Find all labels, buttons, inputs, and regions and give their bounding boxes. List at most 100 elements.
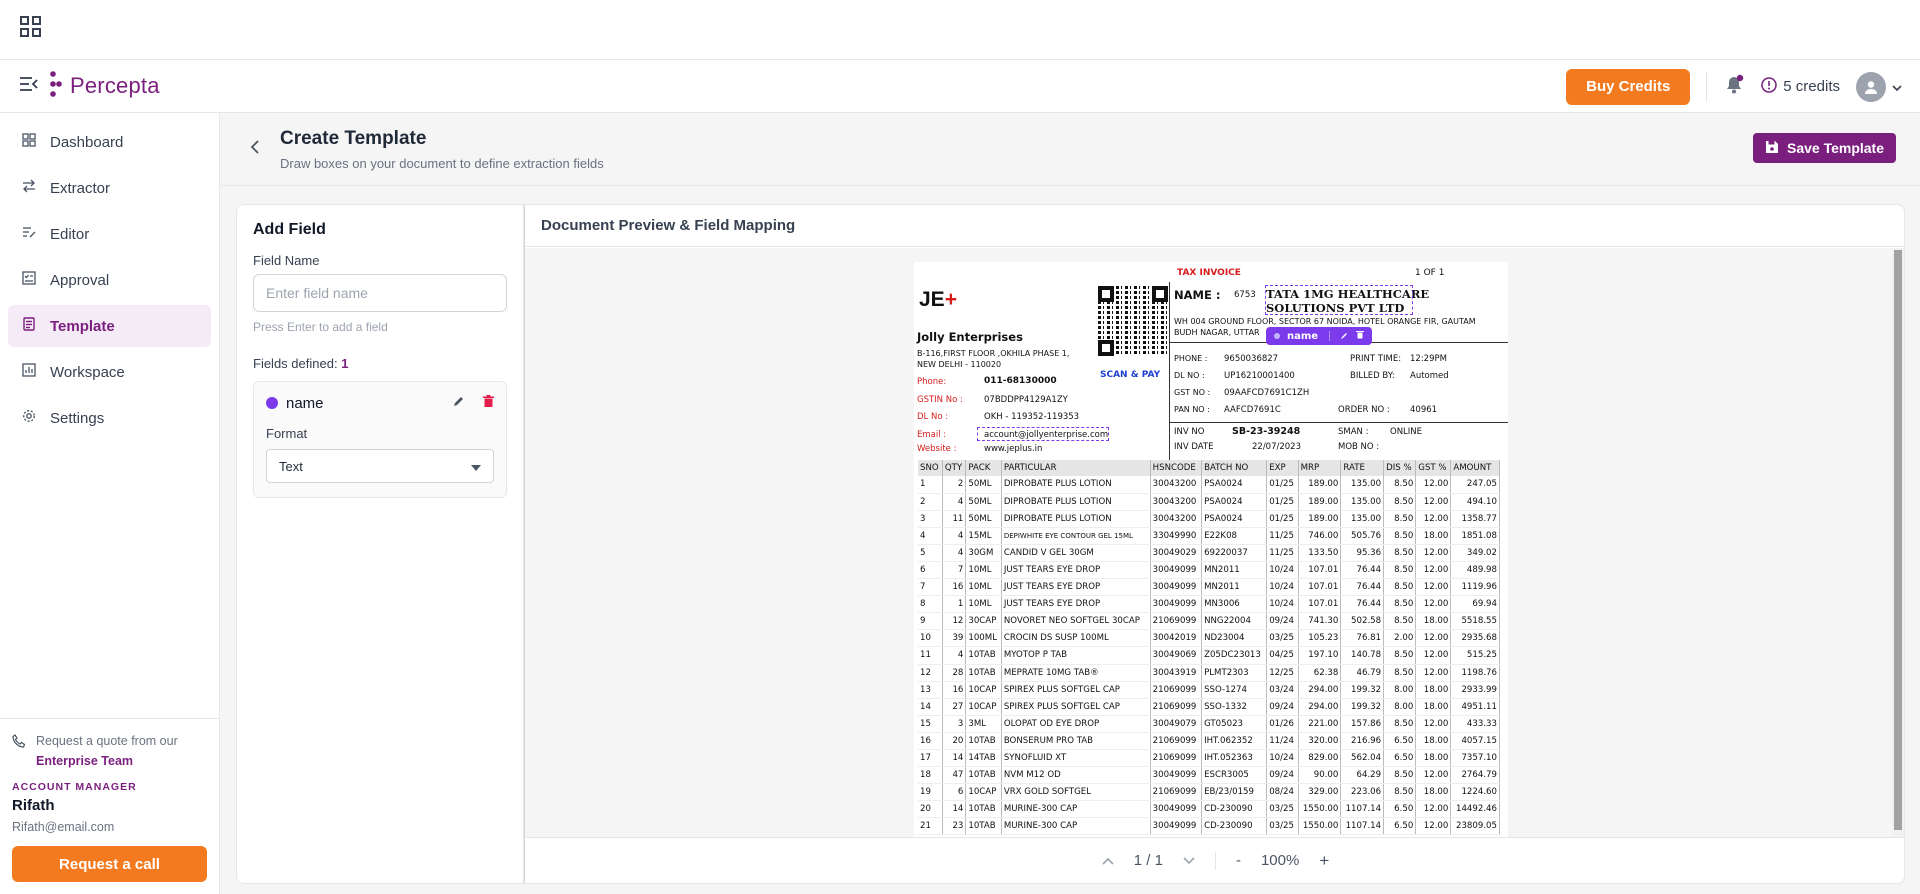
table-cell: 8.50 [1383,715,1417,733]
field-tag-divider [1329,331,1331,341]
table-cell: 12.00 [1415,561,1452,580]
customer-dl-label: DL NO : [1174,371,1205,380]
table-cell: 12.00 [1415,510,1452,528]
scrollbar-thumb[interactable] [1894,250,1902,830]
table-cell: 2.00 [1383,629,1417,648]
sidebar-item-approval[interactable]: Approval [8,259,211,301]
table-cell: 12.00 [1415,544,1452,562]
sidebar: Dashboard Extractor Editor Approval Temp… [0,113,220,894]
app-header: Percepta Buy Credits 5 credits [0,60,1920,113]
table-cell: 1 [942,595,967,614]
preview-toolbar: 1 / 1 - 100% + [525,837,1904,883]
table-header-cell: DIS % [1383,460,1417,476]
back-chevron-icon[interactable] [250,139,260,159]
table-cell: 18.00 [1415,698,1452,716]
sidebar-item-editor[interactable]: Editor [8,213,211,255]
table-cell: 21069099 [1150,698,1203,716]
viewer-scrollbar[interactable] [1892,248,1904,838]
table-cell: 7 [918,578,943,597]
table-row: 20 14 10TAB MURINE-300 CAP 30049099 CD-230090… [918,800,1500,819]
table-cell: 10TAB [965,817,1002,836]
invoice-document[interactable]: TAX INVOICE 1 OF 1 JE+ Jolly Enterprises… [914,262,1508,838]
table-cell: 03/25 [1266,800,1299,819]
sidebar-item-workspace[interactable]: Workspace [8,351,211,393]
zoom-out-button[interactable]: - [1236,852,1241,869]
table-cell: Z05DC23013 [1201,646,1268,665]
top-bar [0,0,1920,60]
sidebar-item-label: Dashboard [50,133,124,151]
enterprise-team-link[interactable]: Enterprise Team [36,754,133,768]
table-cell: 10ML [965,578,1002,597]
table-cell: 10TAB [965,800,1002,819]
zoom-in-button[interactable]: + [1319,851,1329,871]
notification-bell-icon[interactable] [1723,73,1745,100]
table-header-cell: RATE [1340,460,1385,476]
table-row: 1 2 50ML DIPROBATE PLUS LOTION 30043200 PSA00… [918,476,1500,494]
table-cell: 2764.79 [1450,766,1500,785]
table-cell: 107.01 [1298,595,1342,614]
table-cell: 12.00 [1415,766,1452,785]
table-cell: 10TAB [965,646,1002,665]
table-cell: 5518.55 [1450,612,1500,631]
table-cell: 4 [942,544,967,562]
table-cell: 494.10 [1450,493,1500,511]
credits-indicator[interactable]: 5 credits [1761,76,1840,97]
table-cell: ND23004 [1201,629,1268,648]
table-cell: 30043919 [1150,664,1203,682]
trash-icon[interactable] [1356,330,1365,342]
table-cell: E22K08 [1201,527,1268,545]
sidebar-item-dashboard[interactable]: Dashboard [8,121,211,163]
table-cell: 12.00 [1415,629,1452,648]
trash-icon[interactable] [483,394,494,412]
table-cell: 30043200 [1150,510,1203,528]
document-viewer[interactable]: TAX INVOICE 1 OF 1 JE+ Jolly Enterprises… [525,248,1904,838]
field-name-input[interactable] [253,274,507,312]
info-circle-icon [1761,76,1778,97]
table-cell: 08/24 [1266,783,1299,802]
field-tag[interactable]: name [1266,327,1373,345]
chevron-up-icon[interactable] [1102,852,1114,869]
table-cell: 135.00 [1340,493,1385,511]
qr-corner [1098,340,1114,356]
pencil-edit-icon[interactable] [1341,331,1349,342]
table-cell: 01/25 [1266,476,1299,494]
email-selection-box[interactable] [977,427,1109,441]
sidebar-item-extractor[interactable]: Extractor [8,167,211,209]
invoice-items-table: SNO QTY PACK PARTICULAR HSNCODE BATCH NO EXP MR… [918,460,1500,836]
table-row: 14 27 10CAP SPIREX PLUS SOFTGEL CAP 21069099… [918,698,1500,716]
table-cell: 64.29 [1340,766,1385,785]
request-call-button[interactable]: Request a call [12,846,207,882]
company-logo: JE+ [919,288,957,311]
user-menu[interactable] [1856,71,1902,102]
table-cell: 8.50 [1383,561,1417,580]
arrows-exchange-icon [22,179,36,197]
sidebar-item-template[interactable]: Template [8,305,211,347]
brand[interactable]: Percepta [50,70,160,102]
table-cell: 4 [942,527,967,545]
table-cell: 294.00 [1298,698,1342,716]
chevron-down-icon[interactable] [1183,852,1195,869]
table-row: 7 16 10ML JUST TEARS EYE DROP 30049099 MN2011… [918,578,1500,597]
field-color-dot [266,397,278,409]
name-field-selection-box[interactable] [1265,285,1413,315]
menu-collapse-icon[interactable] [20,76,38,96]
table-cell: 8.00 [1383,681,1417,699]
table-cell: 50ML [965,476,1002,494]
table-cell: 10ML [965,595,1002,614]
company-address-line2: NEW DELHI - 110020 [917,360,1002,369]
table-cell: 349.02 [1450,544,1500,562]
pencil-edit-icon[interactable] [453,394,465,412]
sidebar-item-settings[interactable]: Settings [8,397,211,439]
buy-credits-button[interactable]: Buy Credits [1566,68,1691,105]
save-template-button[interactable]: Save Template [1752,133,1896,163]
table-cell: 221.00 [1298,715,1342,733]
document-preview-panel: Document Preview & Field Mapping TAX INV… [524,204,1905,884]
format-select[interactable]: Text [266,449,494,483]
invoice-divider-vertical [1169,282,1170,460]
apps-grid-icon[interactable] [20,16,42,43]
table-cell: 01/25 [1266,493,1299,511]
page-title: Create Template [280,127,427,149]
table-cell: 76.44 [1340,578,1385,597]
table-cell: 157.86 [1340,715,1385,733]
table-cell: 11/25 [1266,527,1299,545]
